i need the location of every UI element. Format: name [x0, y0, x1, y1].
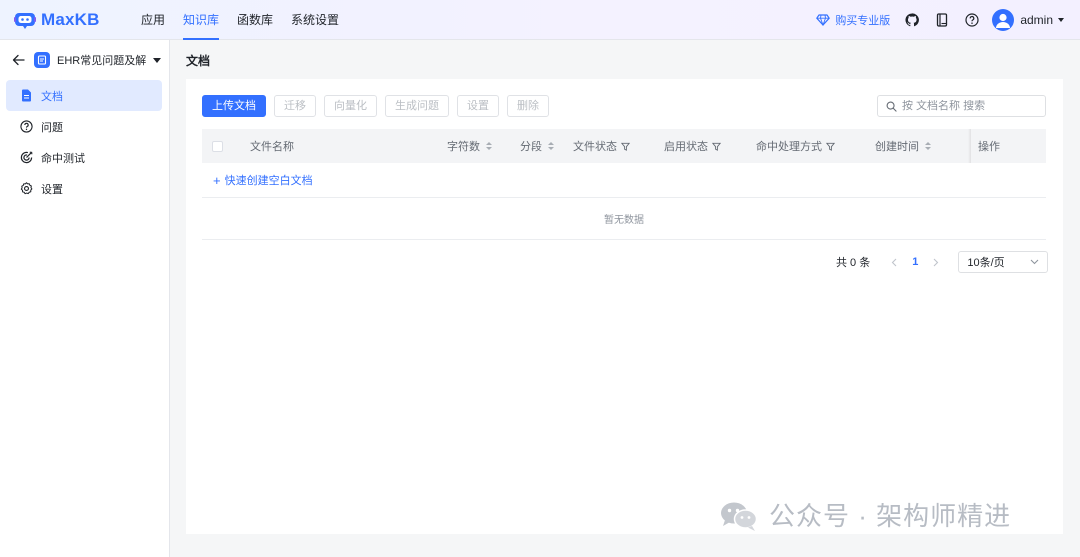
migrate-button[interactable]: 迁移 — [274, 95, 316, 117]
sidebar-item-documents[interactable]: 文档 — [6, 80, 162, 111]
column-created-time[interactable]: 创建时间 — [875, 129, 931, 163]
chevron-down-icon — [1058, 17, 1064, 22]
column-char-count[interactable]: 字符数 — [447, 129, 492, 163]
sidebar-item-label: 文档 — [41, 90, 63, 103]
knowledge-base-name[interactable]: EHR常见问题及解... — [57, 52, 147, 68]
page-size-select[interactable]: 10条/页 — [958, 251, 1049, 273]
column-actions: 操作 — [978, 141, 1000, 153]
filter-icon — [826, 142, 835, 151]
page-size-value: 10条/页 — [967, 257, 1005, 269]
nav-item-system-settings[interactable]: 系统设置 — [282, 0, 348, 40]
top-bar: MaxKB 应用 知识库 函数库 系统设置 购买专业版 admin — [0, 0, 1080, 40]
wechat-watermark: 公众号 · 架构师精进 — [717, 496, 1011, 533]
knowledge-base-header: EHR常见问题及解... — [0, 40, 169, 80]
gear-icon — [20, 182, 33, 195]
nav-item-knowledge[interactable]: 知识库 — [174, 0, 228, 40]
quick-create-blank-document[interactable]: + 快速创建空白文档 — [202, 163, 1046, 198]
page-title: 文档 — [186, 54, 211, 68]
sort-icon — [548, 142, 554, 150]
vectorize-button[interactable]: 向量化 — [324, 95, 377, 117]
document-toolbar: 上传文档 迁移 向量化 生成问题 设置 删除 — [202, 95, 557, 117]
kb-switch-dropdown-icon[interactable] — [153, 57, 161, 63]
table-header: 文件名称 字符数 分段 文件状态 启用状态 命中处理方式 创建时间 操作 — [202, 129, 1046, 163]
total-count: 共 0 条 — [836, 257, 871, 269]
user-name: admin — [1020, 12, 1053, 27]
search-icon — [886, 101, 897, 112]
docs-book-icon[interactable] — [934, 12, 950, 28]
next-page-icon[interactable] — [930, 258, 942, 267]
column-hit-handling[interactable]: 命中处理方式 — [756, 129, 835, 163]
page-number[interactable]: 1 — [912, 256, 918, 268]
empty-state: 暂无数据 — [202, 198, 1046, 240]
target-icon — [20, 151, 33, 164]
upgrade-label: 购买专业版 — [835, 14, 891, 27]
search-input[interactable] — [902, 100, 1042, 112]
knowledge-base-icon — [34, 52, 50, 68]
diamond-icon — [816, 13, 831, 26]
github-icon[interactable] — [904, 12, 920, 28]
chevron-down-icon — [1030, 259, 1039, 265]
sidebar-item-hit-test[interactable]: 命中测试 — [6, 142, 162, 173]
help-icon[interactable] — [964, 12, 980, 28]
column-file-status[interactable]: 文件状态 — [573, 129, 630, 163]
avatar — [992, 8, 1015, 31]
search-box[interactable] — [877, 95, 1046, 117]
sort-icon — [925, 142, 931, 150]
wechat-icon — [717, 500, 761, 531]
sidebar-item-label: 设置 — [41, 183, 63, 196]
documents-card: 上传文档 迁移 向量化 生成问题 设置 删除 文件名称 字符数 分段 文件状态 — [186, 79, 1063, 534]
empty-text: 暂无数据 — [604, 215, 644, 226]
document-icon — [20, 89, 33, 102]
column-file-name: 文件名称 — [250, 141, 294, 153]
sidebar-item-label: 命中测试 — [41, 152, 85, 165]
sidebar-menu: 文档 问题 命中测试 设置 — [0, 80, 169, 204]
upgrade-link[interactable]: 购买专业版 — [816, 12, 890, 28]
app-logo[interactable]: MaxKB — [14, 10, 122, 30]
back-arrow-icon[interactable] — [12, 53, 26, 67]
upload-document-button[interactable]: 上传文档 — [202, 95, 266, 117]
sidebar: EHR常见问题及解... 文档 问题 命中测试 设置 — [0, 40, 170, 557]
nav-item-apps[interactable]: 应用 — [132, 0, 174, 40]
column-segments[interactable]: 分段 — [520, 129, 554, 163]
plus-icon: + — [213, 172, 221, 188]
sidebar-item-label: 问题 — [41, 121, 63, 134]
nav-item-functions[interactable]: 函数库 — [228, 0, 282, 40]
settings-button[interactable]: 设置 — [457, 95, 499, 117]
sidebar-item-questions[interactable]: 问题 — [6, 111, 162, 142]
question-circle-icon — [20, 120, 33, 133]
watermark-text: 公众号 · 架构师精进 — [769, 501, 1012, 531]
column-enable-status[interactable]: 启用状态 — [664, 129, 721, 163]
filter-icon — [621, 142, 630, 151]
top-right-actions: 购买专业版 admin — [816, 8, 1064, 31]
select-all-checkbox[interactable] — [212, 129, 223, 163]
prev-page-icon[interactable] — [888, 258, 900, 267]
documents-table: 文件名称 字符数 分段 文件状态 启用状态 命中处理方式 创建时间 操作 + 快… — [202, 129, 1046, 240]
sidebar-item-settings[interactable]: 设置 — [6, 173, 162, 204]
user-menu[interactable]: admin — [992, 8, 1064, 31]
sort-icon — [486, 142, 492, 150]
filter-icon — [712, 142, 721, 151]
logo-text: MaxKB — [41, 9, 100, 29]
pagination: 共 0 条 1 10条/页 — [836, 251, 1049, 273]
maxkb-logo-icon — [14, 11, 36, 29]
quick-create-label: 快速创建空白文档 — [224, 175, 313, 187]
generate-questions-button[interactable]: 生成问题 — [385, 95, 449, 117]
main-nav: 应用 知识库 函数库 系统设置 — [132, 0, 348, 40]
delete-button[interactable]: 删除 — [507, 95, 549, 117]
